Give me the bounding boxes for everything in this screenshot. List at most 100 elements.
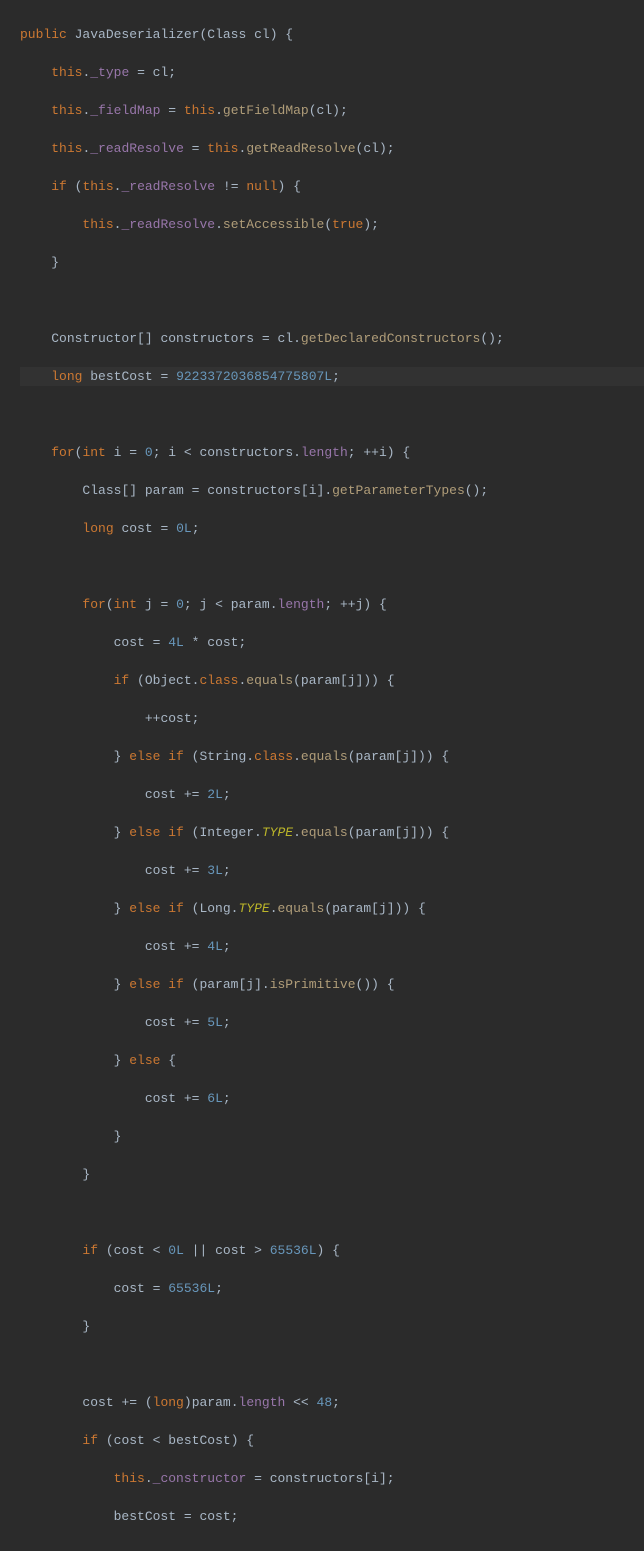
number: 3L	[207, 863, 223, 878]
keyword: int	[114, 597, 137, 612]
code-line	[20, 1355, 644, 1374]
code-editor[interactable]: public JavaDeserializer(Class cl) { this…	[0, 0, 644, 1551]
field: _type	[90, 65, 129, 80]
field: _readResolve	[121, 217, 215, 232]
keyword: class	[254, 749, 293, 764]
type: Class	[207, 27, 246, 42]
keyword: true	[332, 217, 363, 232]
code-line: bestCost = cost;	[20, 1507, 644, 1526]
keyword: long	[82, 521, 113, 536]
field: _constructor	[153, 1471, 247, 1486]
code-line: Class[] param = constructors[i].getParam…	[20, 481, 644, 500]
identifier: param	[231, 597, 270, 612]
identifier: cost	[121, 521, 152, 536]
number: 0	[176, 597, 184, 612]
identifier: param	[356, 749, 395, 764]
identifier: param	[192, 1395, 231, 1410]
identifier: cost	[207, 635, 238, 650]
identifier: cost	[215, 1243, 246, 1258]
field: length	[278, 597, 325, 612]
keyword: class	[199, 673, 238, 688]
identifier: i	[114, 445, 122, 460]
keyword: long	[51, 369, 82, 384]
number: 65536L	[168, 1281, 215, 1296]
identifier: j	[246, 977, 254, 992]
identifier: param	[199, 977, 238, 992]
keyword: else if	[129, 825, 184, 840]
identifier: bestCost	[168, 1433, 230, 1448]
identifier: cost	[114, 635, 145, 650]
code-line: }	[20, 1165, 644, 1184]
method: setAccessible	[223, 217, 324, 232]
code-line-highlighted: long bestCost = 9223372036854775807L;	[20, 367, 644, 386]
identifier: cost	[145, 863, 176, 878]
identifier: j	[402, 825, 410, 840]
field: length	[239, 1395, 286, 1410]
identifier: constructors	[207, 483, 301, 498]
number: 4L	[168, 635, 184, 650]
identifier: param	[332, 901, 371, 916]
code-line: cost = 65536L;	[20, 1279, 644, 1298]
code-line: } else if (Long.TYPE.equals(param[j])) {	[20, 899, 644, 918]
type: Integer	[199, 825, 254, 840]
code-line: this._constructor = constructors[i];	[20, 1469, 644, 1488]
code-line: for(int j = 0; j < param.length; ++j) {	[20, 595, 644, 614]
keyword: this	[207, 141, 238, 156]
identifier: j	[379, 901, 387, 916]
identifier: param	[301, 673, 340, 688]
keyword: this	[51, 141, 82, 156]
number: 48	[317, 1395, 333, 1410]
identifier: j	[356, 597, 364, 612]
identifier: j	[348, 673, 356, 688]
number: 0L	[176, 521, 192, 536]
keyword: long	[153, 1395, 184, 1410]
identifier: cost	[145, 939, 176, 954]
code-line	[20, 405, 644, 424]
number: 65536L	[270, 1243, 317, 1258]
number: 0	[145, 445, 153, 460]
code-line: cost += 3L;	[20, 861, 644, 880]
code-line: if (cost < bestCost) {	[20, 1431, 644, 1450]
code-line: if (Object.class.equals(param[j])) {	[20, 671, 644, 690]
method: getParameterTypes	[332, 483, 465, 498]
identifier: i	[309, 483, 317, 498]
identifier: JavaDeserializer	[75, 27, 200, 42]
keyword: else	[129, 1053, 160, 1068]
keyword: this	[51, 65, 82, 80]
method: equals	[246, 673, 293, 688]
identifier: cost	[145, 1015, 176, 1030]
identifier: j	[402, 749, 410, 764]
identifier: bestCost	[90, 369, 152, 384]
identifier: bestCost	[114, 1509, 176, 1524]
keyword: this	[114, 1471, 145, 1486]
identifier: cl	[363, 141, 379, 156]
code-line: cost = 4L * cost;	[20, 633, 644, 652]
keyword: this	[51, 103, 82, 118]
identifier: j	[145, 597, 153, 612]
code-line: }	[20, 1317, 644, 1336]
method: isPrimitive	[270, 977, 356, 992]
param: cl	[254, 27, 270, 42]
keyword: for	[51, 445, 74, 460]
field: _readResolve	[121, 179, 215, 194]
number: 5L	[207, 1015, 223, 1030]
identifier: cost	[145, 1091, 176, 1106]
keyword: public	[20, 27, 67, 42]
method: equals	[278, 901, 325, 916]
keyword: this	[184, 103, 215, 118]
type: Long	[199, 901, 230, 916]
type: Constructor	[51, 331, 137, 346]
code-line: cost += 5L;	[20, 1013, 644, 1032]
identifier: param	[356, 825, 395, 840]
keyword: else if	[129, 749, 184, 764]
keyword: if	[114, 673, 130, 688]
keyword: if	[82, 1243, 98, 1258]
code-line: if (cost < 0L || cost > 65536L) {	[20, 1241, 644, 1260]
code-line: }	[20, 1127, 644, 1146]
code-line: this._readResolve = this.getReadResolve(…	[20, 139, 644, 158]
keyword: int	[82, 445, 105, 460]
code-line: } else {	[20, 1051, 644, 1070]
code-line: for(int i = 0; i < constructors.length; …	[20, 443, 644, 462]
code-line: } else if (Integer.TYPE.equals(param[j])…	[20, 823, 644, 842]
code-line: this._type = cl;	[20, 63, 644, 82]
